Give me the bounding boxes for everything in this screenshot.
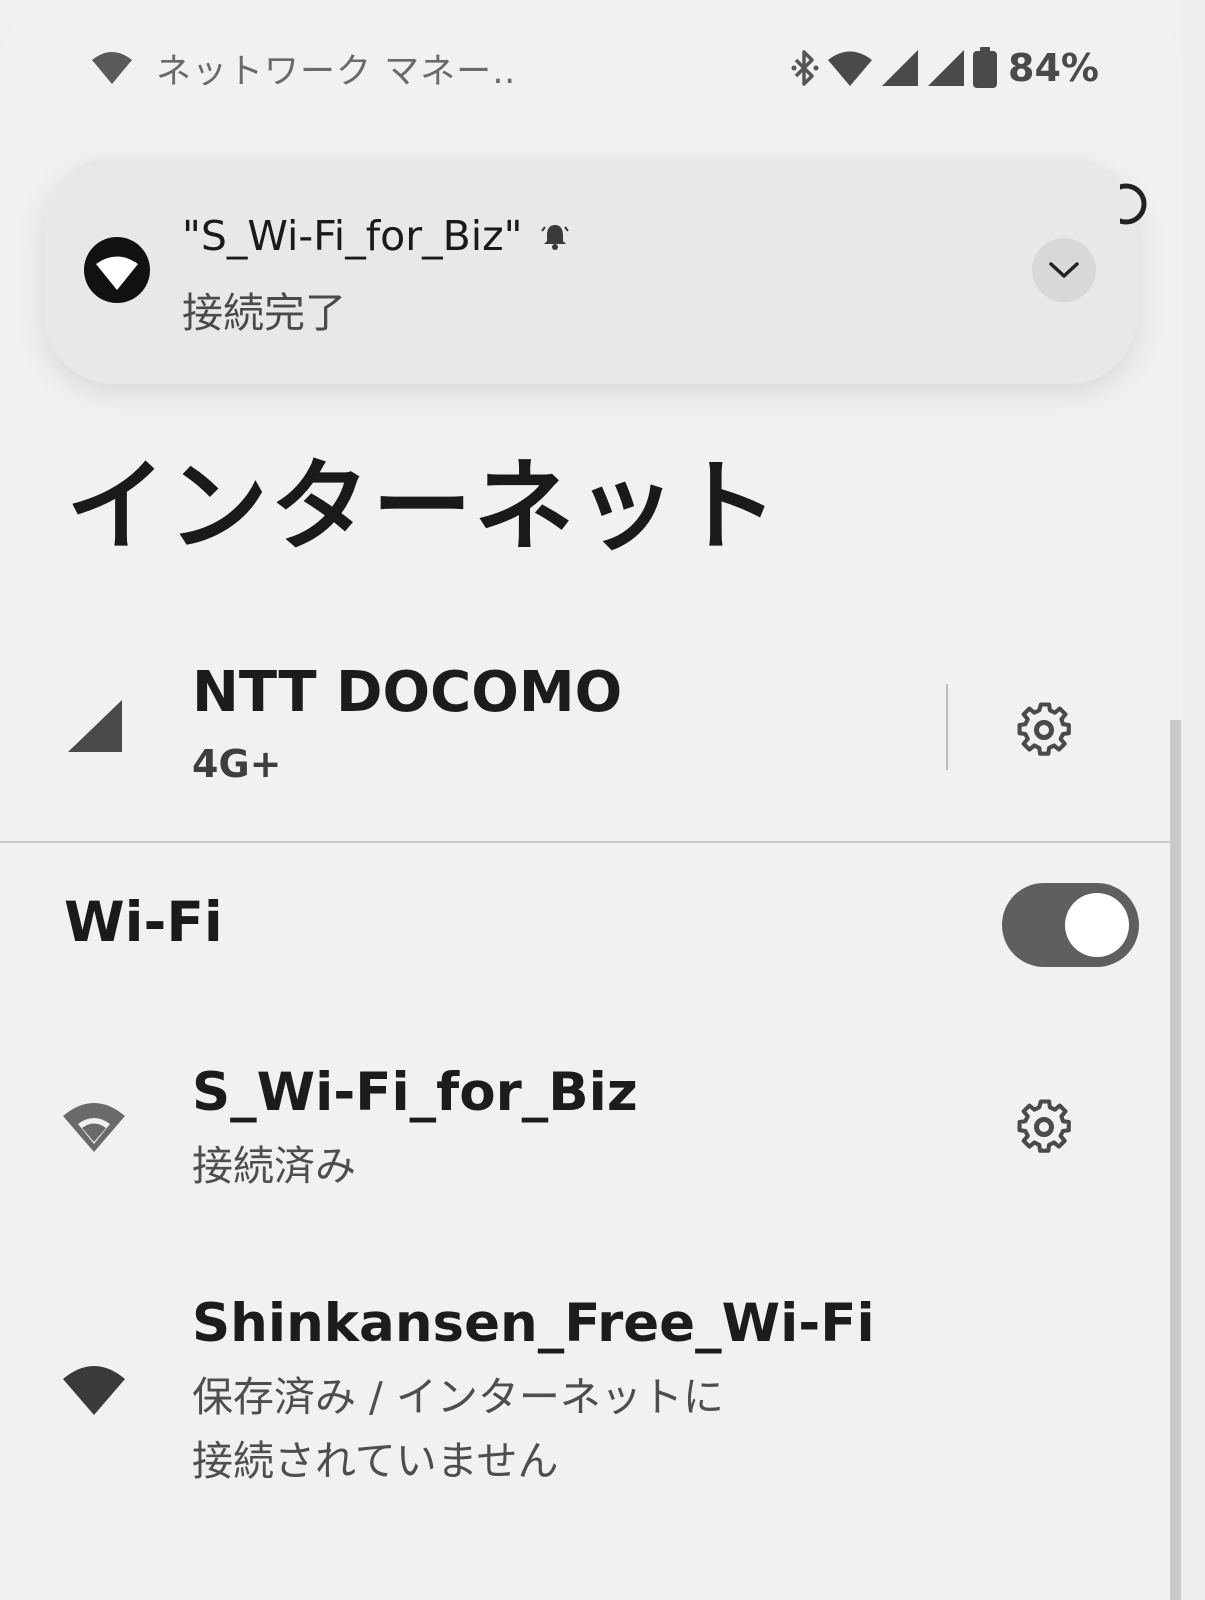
- carrier-name[interactable]: NTT DOCOMO: [192, 660, 622, 725]
- expand-notification-button[interactable]: [1032, 238, 1096, 302]
- section-divider: [0, 841, 1181, 843]
- notification-header: "S_Wi-Fi_for_Biz": [182, 212, 570, 260]
- screen-edge: [1181, 0, 1205, 1600]
- network-item-shinkansen-free-wifi[interactable]: Shinkansen_Free_Wi-Fi 保存済み / インターネットに 接続…: [0, 1275, 1181, 1505]
- network-settings-gear-icon[interactable]: [1014, 1097, 1074, 1157]
- wifi-icon: [828, 51, 873, 86]
- network-item-s-wifi-for-biz[interactable]: S_Wi-Fi_for_Biz 接続済み: [0, 1040, 1181, 1220]
- wifi-connected-notification[interactable]: "S_Wi-Fi_for_Biz" 接続完了: [44, 157, 1138, 384]
- wifi-connected-icon: [63, 1103, 125, 1152]
- network-status: 接続済み: [192, 1142, 356, 1190]
- bell-icon: [541, 225, 570, 250]
- battery-percentage: 84%: [1008, 46, 1099, 90]
- notification-status: 接続完了: [182, 289, 346, 337]
- status-bar-system-icons: 84%: [784, 40, 1099, 96]
- divider: [946, 684, 948, 770]
- wifi-toggle-label: Wi-Fi: [64, 890, 223, 954]
- settings-screen: ネットワーク マネー‥ 84% "S_Wi-Fi_for_Biz" 接続完了 イ…: [0, 0, 1181, 1600]
- network-status: 保存済み / インターネットに 接続されていません: [192, 1365, 892, 1493]
- wifi-icon: [92, 52, 132, 84]
- notification-title: "S_Wi-Fi_for_Biz": [182, 212, 523, 260]
- toggle-knob: [1065, 893, 1129, 957]
- help-icon: [1120, 183, 1147, 225]
- chevron-down-icon: [1049, 262, 1079, 278]
- battery-icon: [973, 47, 998, 88]
- bluetooth-icon: [791, 50, 819, 86]
- status-bar: ネットワーク マネー‥ 84%: [0, 40, 1181, 96]
- cell-signal-icon: [68, 700, 122, 752]
- wifi-icon: [84, 237, 150, 303]
- network-status-line: 接続されていません: [192, 1437, 559, 1485]
- status-bar-notification-title: ネットワーク マネー‥: [156, 51, 517, 92]
- wifi-icon: [63, 1366, 125, 1415]
- status-bar-notification-area: ネットワーク マネー‥: [90, 40, 517, 96]
- signal-icon: [882, 50, 919, 86]
- carrier-settings-gear-icon[interactable]: [1014, 700, 1074, 760]
- network-name: S_Wi-Fi_for_Biz: [192, 1062, 638, 1123]
- network-name: Shinkansen_Free_Wi-Fi: [192, 1293, 875, 1354]
- network-status-line: 保存済み / インターネットに: [192, 1373, 724, 1421]
- wifi-toggle-switch[interactable]: [1002, 883, 1139, 967]
- page-title: インターネット: [66, 448, 780, 565]
- signal-icon: [928, 50, 965, 86]
- carrier-network-type: 4G+: [192, 742, 282, 786]
